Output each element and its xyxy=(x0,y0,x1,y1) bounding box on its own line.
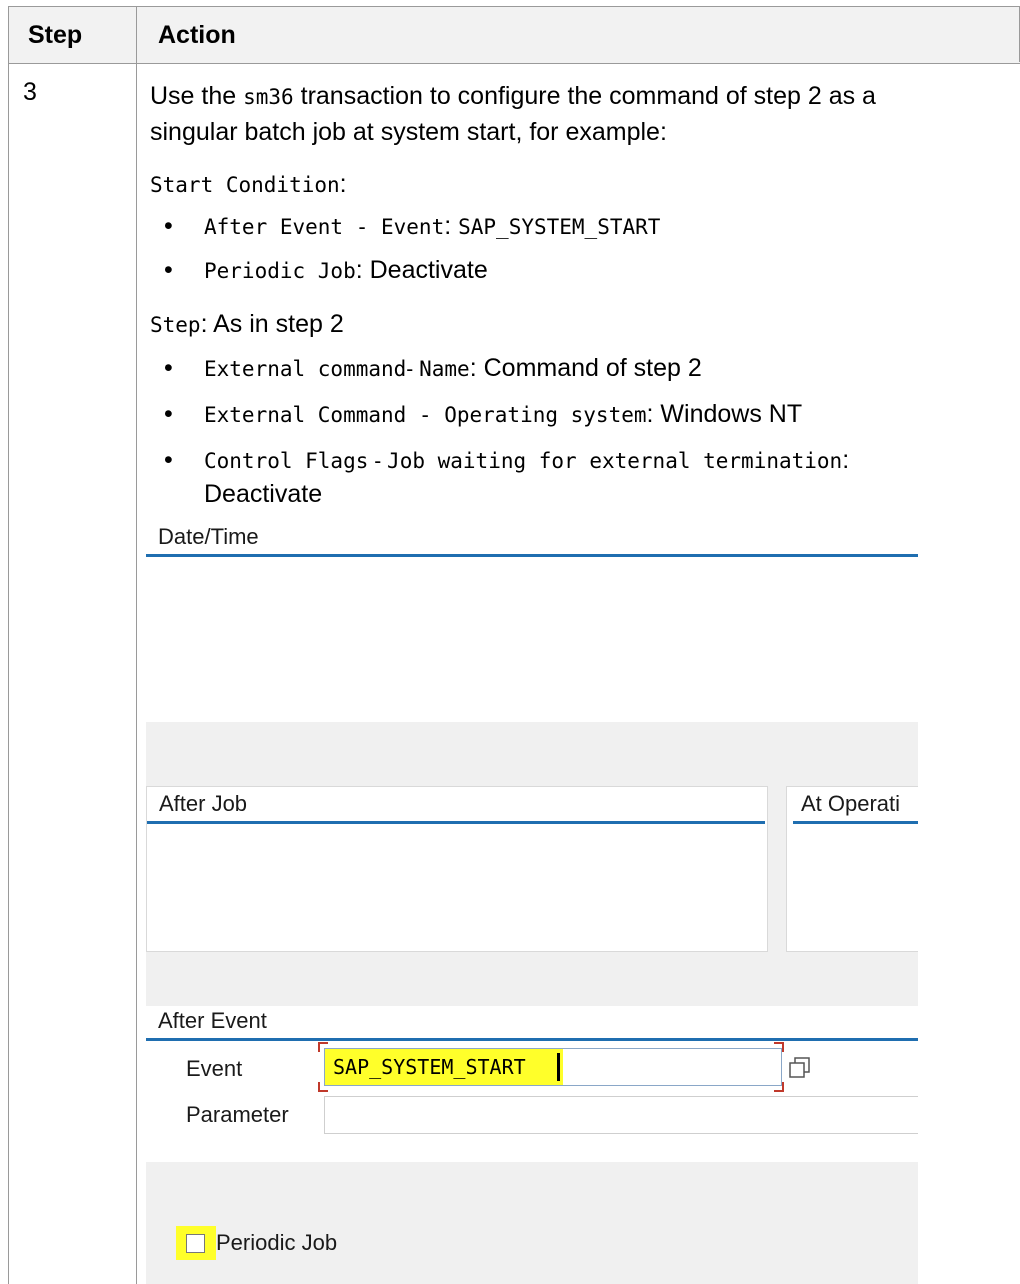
text-caret xyxy=(557,1053,560,1081)
parameter-input[interactable] xyxy=(324,1096,918,1134)
at-operation-title: At Operati xyxy=(801,791,901,816)
date-time-rule xyxy=(146,554,918,557)
event-label: Event xyxy=(186,1056,243,1081)
focus-corner-tr xyxy=(774,1042,784,1052)
sap-screenshot: Date/Time After Job At Operati After Eve… xyxy=(146,520,918,1284)
bullet-external-command-name: • External command- Name: Command of ste… xyxy=(164,354,702,382)
table-column-divider xyxy=(136,6,137,1284)
table-header-row: Step Action xyxy=(8,6,1020,64)
event-input[interactable]: SAP_SYSTEM_START xyxy=(324,1048,782,1086)
transaction-code: sm36 xyxy=(243,85,294,109)
periodic-job-checkbox[interactable] xyxy=(186,1234,205,1253)
event-value: SAP_SYSTEM_START xyxy=(333,1055,526,1079)
bullet-operating-system: • External Command - Operating system: W… xyxy=(164,400,803,428)
step-number: 3 xyxy=(23,78,37,106)
gray-area-periodic xyxy=(146,1162,918,1284)
after-job-rule xyxy=(147,821,765,824)
control-flags-value: Deactivate xyxy=(204,480,323,508)
gray-band-2 xyxy=(146,956,918,1006)
start-condition-label: Start Condition: xyxy=(150,170,347,198)
bullet-periodic-job: • Periodic Job: Deactivate xyxy=(164,256,488,284)
parameter-label: Parameter xyxy=(186,1102,289,1127)
header-action: Action xyxy=(158,21,236,49)
periodic-job-label: Periodic Job xyxy=(216,1230,338,1255)
bullet-control-flags: • Control Flags - Job waiting for extern… xyxy=(164,446,850,474)
at-operation-rule xyxy=(793,821,918,824)
bullet-after-event: • After Event - Event: SAP_SYSTEM_START xyxy=(164,212,661,240)
after-event-rule xyxy=(146,1038,918,1041)
at-operation-box: At Operati xyxy=(786,786,918,952)
focus-corner-bl xyxy=(318,1082,328,1092)
gray-band-1 xyxy=(146,722,918,784)
intro-line-2: singular batch job at system start, for … xyxy=(150,118,667,146)
focus-corner-br xyxy=(774,1082,784,1092)
step-label-line: Step: As in step 2 xyxy=(150,310,344,338)
after-job-title: After Job xyxy=(159,791,248,816)
header-step: Step xyxy=(28,21,83,49)
intro-line-1: Use the sm36 transaction to configure th… xyxy=(150,82,876,110)
after-job-box: After Job xyxy=(146,786,768,952)
table-left-border xyxy=(8,6,9,1284)
after-event-title: After Event xyxy=(158,1008,267,1033)
date-time-title: Date/Time xyxy=(158,524,259,549)
focus-corner-tl xyxy=(318,1042,328,1052)
value-help-icon[interactable] xyxy=(788,1056,812,1080)
